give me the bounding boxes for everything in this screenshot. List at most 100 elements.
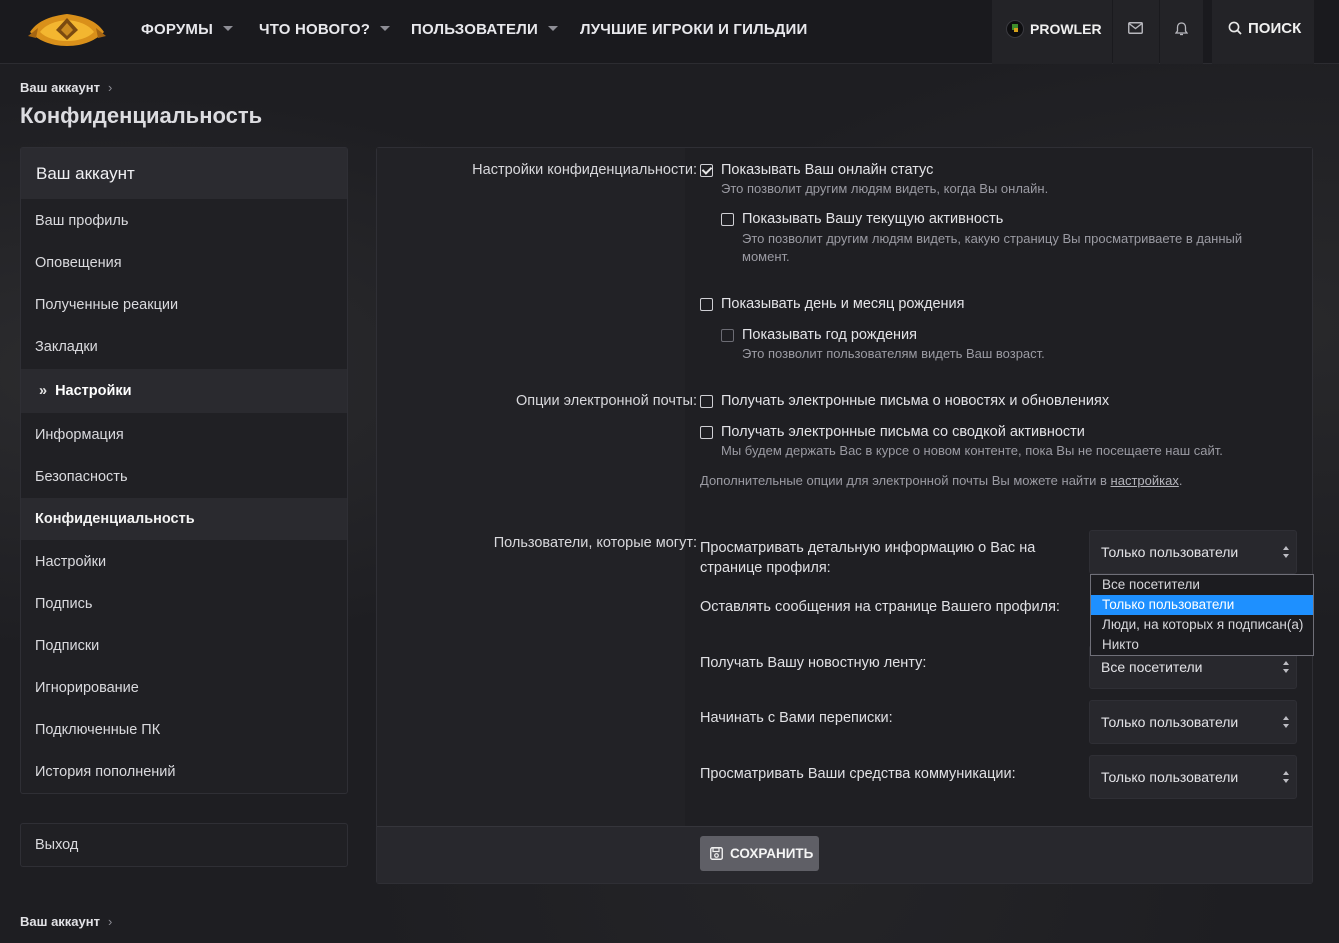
dropdown-option-none[interactable]: Никто [1091, 635, 1313, 655]
sidebar-item-bookmarks[interactable]: Закладки [21, 326, 347, 368]
inbox-button[interactable] [1113, 0, 1159, 64]
select-arrows-icon [1283, 546, 1290, 558]
select-value: Только пользователи [1101, 544, 1239, 560]
show-activity-label[interactable]: Показывать Вашу текущую активность [742, 211, 1003, 227]
sidebar-item-payment-history[interactable]: История пополнений [21, 751, 347, 793]
perm-news-feed-label: Получать Вашу новостную ленту: [700, 655, 927, 671]
sidebar-item-alerts[interactable]: Оповещения [21, 242, 347, 284]
chevron-down-icon[interactable] [223, 25, 233, 31]
perm-conversations-select[interactable]: Только пользователи [1089, 700, 1297, 744]
sidebar-item-information[interactable]: Информация [21, 414, 347, 456]
email-news-label[interactable]: Получать электронные письма о новостях и… [721, 393, 1109, 409]
show-activity-hint-line2: момент. [742, 249, 790, 264]
mail-icon [1128, 22, 1143, 34]
select-arrows-icon [1283, 661, 1290, 673]
show-birth-year-checkbox[interactable] [721, 329, 734, 342]
sidebar-item-privacy[interactable]: Конфиденциальность [21, 498, 347, 540]
perm-conversations-label: Начинать с Вами переписки: [700, 710, 893, 726]
save-button-label: СОХРАНИТЬ [730, 846, 814, 861]
show-birthday-checkbox[interactable] [700, 298, 713, 311]
select-arrows-icon [1283, 771, 1290, 783]
top-navigation-bar: ФОРУМЫ ЧТО НОВОГО? ПОЛЬЗОВАТЕЛИ ЛУЧШИЕ И… [0, 0, 1339, 64]
show-online-hint: Это позволит другим людям видеть, когда … [721, 181, 1049, 196]
bell-icon [1175, 22, 1188, 36]
email-more-options-text: Дополнительные опции для электронной поч… [700, 472, 1182, 490]
nav-members-label: ПОЛЬЗОВАТЕЛИ [411, 21, 538, 38]
sidebar-item-ignoring[interactable]: Игнорирование [21, 667, 347, 709]
breadcrumb-bottom[interactable]: Ваш аккаунт › [20, 914, 112, 929]
email-more-options-prefix: Дополнительные опции для электронной поч… [700, 473, 1111, 488]
chevron-down-icon[interactable] [547, 25, 558, 31]
save-button[interactable]: СОХРАНИТЬ [700, 836, 819, 871]
breadcrumb[interactable]: Ваш аккаунт › [20, 80, 112, 95]
search-label: ПОИСК [1248, 20, 1302, 37]
perm-view-profile-label: Просматривать детальную информацию о Вас… [700, 538, 1035, 578]
email-digest-hint: Мы будем держать Вас в курсе о новом кон… [721, 443, 1223, 458]
double-chevron-icon: » [39, 383, 48, 399]
email-digest-checkbox[interactable] [700, 426, 713, 439]
show-activity-hint-line1: Это позволит другим людям видеть, какую … [742, 231, 1243, 246]
nav-top-players-label: ЛУЧШИЕ ИГРОКИ И ГИЛЬДИИ [580, 21, 808, 38]
save-icon [710, 847, 723, 860]
avatar-emblem-icon [1012, 24, 1018, 32]
username: PROWLER [1030, 21, 1102, 37]
perm-view-profile-select[interactable]: Только пользователи [1089, 530, 1297, 574]
breadcrumb-label[interactable]: Ваш аккаунт [20, 80, 100, 95]
show-birth-year-label[interactable]: Показывать год рождения [742, 327, 917, 343]
show-birth-year-hint: Это позволит пользователям видеть Ваш во… [742, 346, 1045, 361]
dropdown-option-everyone[interactable]: Все посетители [1091, 575, 1313, 595]
page-title: Конфиденциальность [20, 103, 263, 128]
nav-members[interactable]: ПОЛЬЗОВАТЕЛИ [411, 0, 558, 64]
show-online-label[interactable]: Показывать Ваш онлайн статус [721, 162, 933, 178]
avatar [1006, 20, 1024, 38]
sidebar-item-connected-pc[interactable]: Подключенные ПК [21, 709, 347, 751]
search-icon [1228, 21, 1242, 35]
sidebar-item-security[interactable]: Безопасность [21, 456, 347, 498]
search-button[interactable]: ПОИСК [1212, 0, 1314, 64]
email-options-label: Опции электронной почты: [516, 393, 697, 409]
nav-whats-new[interactable]: ЧТО НОВОГО? [259, 0, 391, 64]
email-settings-link[interactable]: настройках [1111, 473, 1179, 488]
select-value: Только пользователи [1101, 714, 1239, 730]
nav-top-players[interactable]: ЛУЧШИЕ ИГРОКИ И ГИЛЬДИИ [580, 0, 807, 64]
site-logo[interactable] [26, 10, 108, 50]
sidebar-item-following[interactable]: Подписки [21, 625, 347, 667]
permission-dropdown-list: Все посетители Только пользователи Люди,… [1090, 574, 1314, 656]
breadcrumb-separator-icon: › [108, 914, 113, 929]
email-digest-label[interactable]: Получать электронные письма со сводкой а… [721, 424, 1085, 440]
perm-profile-posts-label: Оставлять сообщения на странице Вашего п… [700, 599, 1060, 615]
dropdown-option-members[interactable]: Только пользователи [1091, 595, 1313, 615]
dropdown-option-followed[interactable]: Люди, на которых я подписан(а) [1091, 615, 1313, 635]
perm-view-profile-line1: Просматривать детальную информацию о Вас… [700, 540, 1036, 556]
select-value: Все посетители [1101, 659, 1203, 675]
user-menu[interactable]: PROWLER [992, 0, 1112, 64]
sidebar-item-signature[interactable]: Подпись [21, 583, 347, 625]
form-label-column [377, 148, 685, 826]
nav-forums[interactable]: ФОРУМЫ [141, 0, 233, 64]
sidebar-item-preferences[interactable]: Настройки [21, 541, 347, 583]
sidebar-item-label: Настройки [55, 383, 132, 399]
account-sidebar: Ваш аккаунт Ваш профиль Оповещения Получ… [20, 147, 348, 794]
breadcrumb-separator-icon: › [108, 80, 113, 95]
email-news-checkbox[interactable] [700, 395, 713, 408]
chevron-down-icon[interactable] [380, 25, 391, 31]
perm-identities-label: Просматривать Ваши средства коммуникации… [700, 766, 1016, 782]
show-online-checkbox[interactable] [700, 164, 713, 177]
sidebar-item-profile[interactable]: Ваш профиль [21, 200, 347, 242]
perm-identities-select[interactable]: Только пользователи [1089, 755, 1297, 799]
alerts-button[interactable] [1160, 0, 1203, 64]
sidebar-item-settings-group[interactable]: » Настройки [21, 369, 347, 413]
select-arrows-icon [1283, 716, 1290, 728]
sidebar-title: Ваш аккаунт [21, 148, 347, 199]
privacy-settings-label: Настройки конфиденциальности: [472, 162, 697, 178]
breadcrumb-label[interactable]: Ваш аккаунт [20, 914, 100, 929]
email-more-options-suffix: . [1178, 473, 1183, 488]
select-value: Только пользователи [1101, 769, 1239, 785]
perm-view-profile-line2: странице профиля: [700, 560, 831, 576]
permissions-label: Пользователи, которые могут: [493, 535, 697, 551]
sidebar-item-reactions[interactable]: Полученные реакции [21, 284, 347, 326]
logout-button[interactable]: Выход [20, 823, 348, 867]
show-birthday-label[interactable]: Показывать день и месяц рождения [721, 296, 965, 312]
show-activity-checkbox[interactable] [721, 213, 734, 226]
nav-forums-label: ФОРУМЫ [141, 21, 213, 38]
